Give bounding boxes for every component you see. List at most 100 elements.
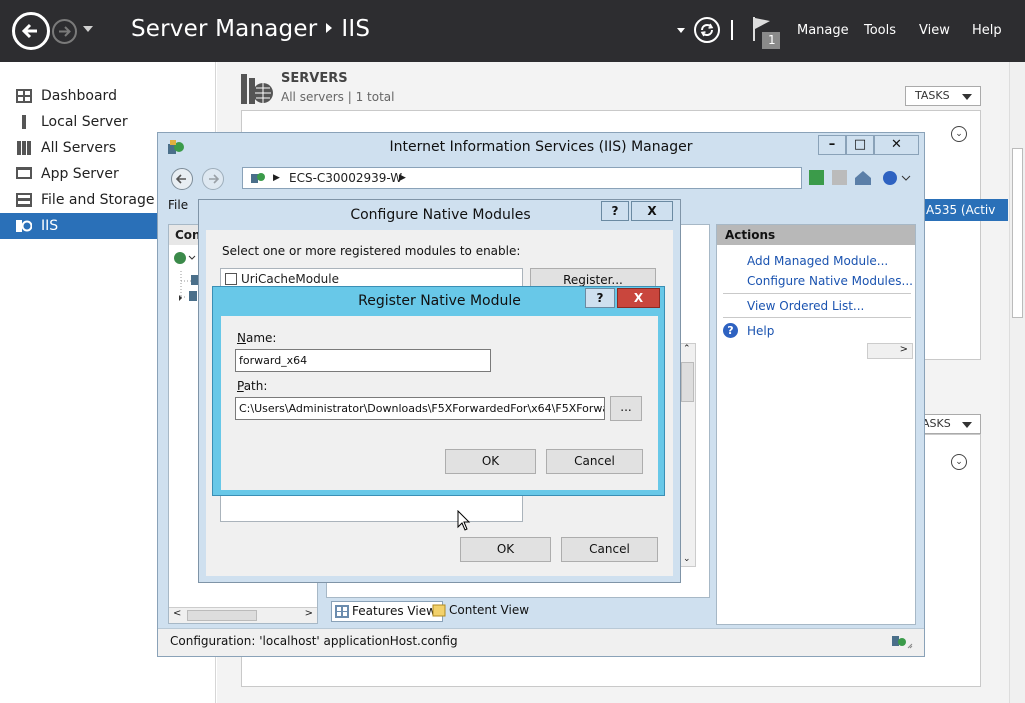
sidebar-item-label: IIS	[41, 218, 59, 234]
close-button[interactable]: X	[617, 288, 660, 308]
actions-pane: Actions Add Managed Module... Configure …	[716, 224, 916, 625]
server-status-icon	[892, 636, 913, 649]
menu-manage[interactable]: Manage	[797, 23, 849, 38]
chevron-right-icon[interactable]: >	[900, 344, 908, 355]
chevron-down-icon	[962, 422, 972, 428]
back-button[interactable]	[12, 12, 50, 50]
chevron-up-icon[interactable]: ⌃	[683, 344, 691, 354]
action-help[interactable]: Help	[747, 324, 774, 338]
arrow-right-icon	[209, 174, 220, 184]
tab-features-view[interactable]: Features View	[331, 601, 443, 622]
menu-view[interactable]: View	[919, 23, 950, 38]
ok-button[interactable]: OK	[460, 537, 551, 562]
sidebar-item-label: Dashboard	[41, 88, 117, 104]
module-name: UriCacheModule	[241, 272, 340, 286]
expand-circle-icon[interactable]: ⌄	[951, 454, 967, 470]
ok-button[interactable]: OK	[445, 449, 536, 474]
minimize-button[interactable]: –	[818, 135, 846, 155]
iis-window-title: Internet Information Services (IIS) Mana…	[389, 139, 693, 155]
refresh-icon[interactable]	[694, 17, 720, 43]
servers-group-icon	[241, 74, 273, 104]
iis-toolbar	[808, 169, 912, 187]
action-add-managed-module[interactable]: Add Managed Module...	[747, 254, 888, 268]
chevron-down-icon	[962, 94, 972, 100]
forward-button[interactable]	[52, 19, 77, 44]
chevron-right-icon[interactable]: >	[305, 608, 313, 619]
actions-divider	[723, 317, 911, 318]
path-label: Path:	[237, 379, 267, 393]
tasks-label: ASKS	[922, 417, 951, 430]
scrollbar-thumb[interactable]	[1012, 148, 1023, 318]
action-configure-native-modules[interactable]: Configure Native Modules...	[747, 274, 913, 288]
dashboard-icon	[16, 89, 32, 103]
list-item[interactable]: UriCacheModule	[225, 271, 339, 287]
module-checkbox[interactable]	[225, 273, 237, 285]
sidebar-item-label: All Servers	[41, 140, 117, 156]
browse-button[interactable]: ...	[610, 396, 642, 421]
refresh-dropdown-icon[interactable]	[677, 28, 685, 33]
servers-subtitle: All servers | 1 total	[281, 90, 395, 104]
path-field[interactable]: C:\Users\Administrator\Downloads\F5XForw…	[235, 397, 605, 420]
tasks-button[interactable]: TASKS	[905, 86, 981, 106]
name-label-accesskey: N	[237, 331, 246, 345]
arrow-left-icon	[175, 174, 186, 184]
help-icon	[883, 171, 897, 185]
app-server-icon	[16, 167, 32, 179]
server-row-selected[interactable]: A535 (Activ	[922, 199, 1008, 221]
server-node-icon	[251, 173, 265, 183]
help-icon[interactable]: ?	[723, 323, 738, 338]
connections-hscroll[interactable]: < >	[169, 607, 317, 623]
address-crumb[interactable]: ECS-C30002939-W	[289, 168, 402, 188]
server-manager-titlebar: Server Manager IIS 1 Manage Tools View He…	[0, 0, 1025, 62]
iis-forward-button[interactable]	[202, 168, 224, 190]
features-vscroll[interactable]: ⌃ ⌄	[679, 343, 696, 567]
notifications-flag-icon[interactable]: 1	[752, 15, 782, 51]
arrow-left-icon	[21, 23, 37, 39]
server-manager-scrollbar[interactable]	[1009, 62, 1025, 703]
chevron-down-icon[interactable]: ⌄	[683, 554, 691, 564]
tab-content-view[interactable]: Content View	[429, 601, 535, 622]
address-separator-icon: ▶	[273, 173, 280, 183]
tab-label: Content View	[449, 603, 530, 617]
servers-title: SERVERS	[281, 71, 348, 86]
actions-divider	[723, 293, 911, 294]
address-separator-icon: ▶	[399, 173, 406, 183]
breadcrumb-page: IIS	[341, 16, 371, 42]
path-label-accesskey: P	[237, 379, 244, 393]
action-view-ordered-list[interactable]: View Ordered List...	[747, 299, 864, 313]
name-label-text: ame:	[245, 331, 277, 345]
refresh-icon	[809, 170, 824, 185]
name-field[interactable]: forward_x64	[235, 349, 491, 372]
menu-help[interactable]: Help	[972, 23, 1002, 38]
iis-menu-file[interactable]: File	[168, 198, 188, 212]
sidebar-item-dashboard[interactable]: Dashboard	[0, 83, 216, 109]
features-view-icon	[335, 605, 349, 618]
actions-hscroll[interactable]: >	[867, 343, 913, 359]
expand-circle-icon[interactable]: ⌄	[951, 126, 967, 142]
close-button[interactable]: X	[631, 201, 673, 221]
iis-back-button[interactable]	[171, 168, 193, 190]
actions-header: Actions	[717, 225, 915, 245]
maximize-button[interactable]: □	[846, 135, 874, 155]
history-dropdown-icon[interactable]	[83, 26, 93, 32]
name-label: Name:	[237, 331, 276, 345]
connect-globe-icon[interactable]	[173, 250, 197, 266]
chevron-left-icon[interactable]: <	[173, 608, 181, 619]
cancel-button[interactable]: Cancel	[546, 449, 643, 474]
sidebar-item-label: Local Server	[41, 114, 128, 130]
stop-icon	[832, 170, 847, 185]
help-button[interactable]: ?	[585, 288, 615, 308]
modules-prompt: Select one or more registered modules to…	[222, 244, 521, 258]
tab-label: Features View	[352, 604, 436, 618]
menu-tools[interactable]: Tools	[864, 23, 896, 38]
close-button[interactable]: ✕	[874, 135, 919, 155]
status-text: Configuration: 'localhost' applicationHo…	[170, 634, 458, 648]
home-icon	[855, 171, 871, 185]
dialog-body: Name: forward_x64 Path: C:\Users\Adminis…	[221, 316, 658, 490]
help-button[interactable]: ?	[601, 201, 629, 221]
iis-status-bar: Configuration: 'localhost' applicationHo…	[158, 628, 924, 656]
iis-icon	[16, 220, 32, 232]
iis-address-bar[interactable]: ▶ ECS-C30002939-W ▶	[242, 167, 802, 189]
mouse-cursor-icon	[457, 510, 471, 531]
cancel-button[interactable]: Cancel	[561, 537, 658, 562]
